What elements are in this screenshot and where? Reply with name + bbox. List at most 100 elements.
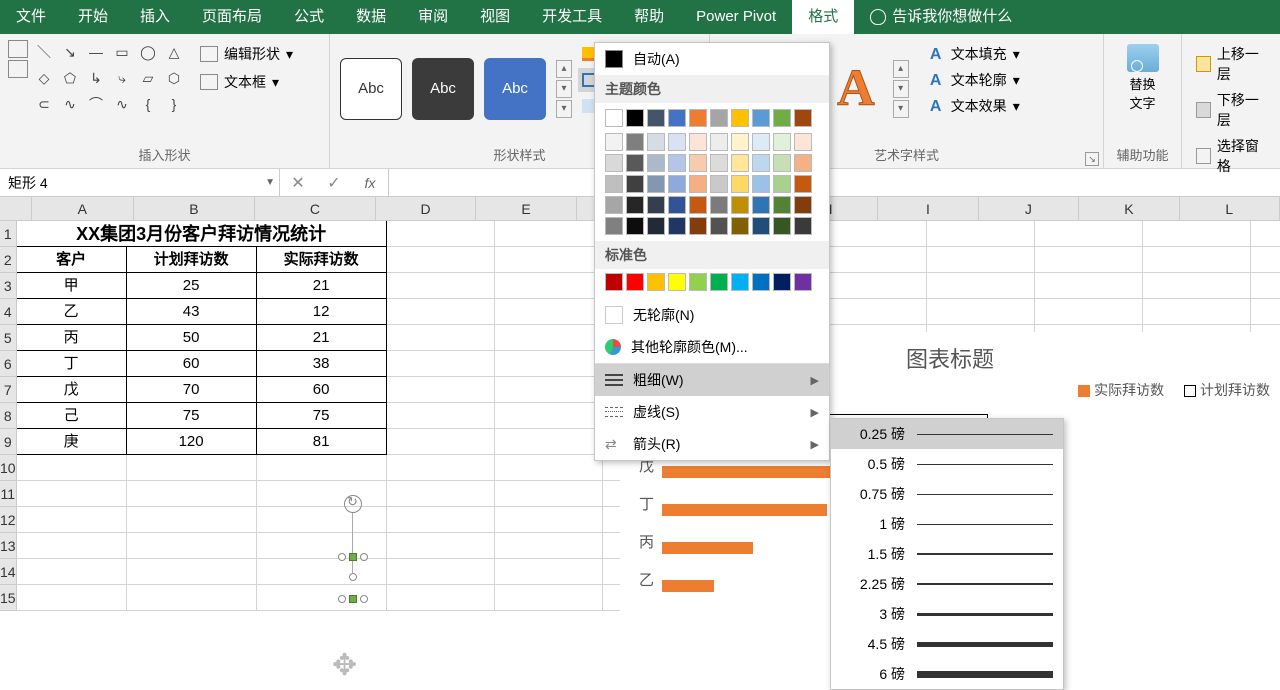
color-swatch[interactable] (605, 109, 623, 127)
color-swatch[interactable] (731, 196, 749, 214)
cell[interactable] (387, 299, 495, 325)
cell[interactable]: 计划拜访数 (127, 247, 257, 273)
color-swatch[interactable] (626, 154, 644, 172)
chevron-down-icon[interactable]: ▼ (265, 177, 275, 188)
color-swatch[interactable] (605, 154, 623, 172)
cell[interactable]: 38 (257, 351, 387, 377)
tab-开始[interactable]: 开始 (62, 0, 124, 34)
cell[interactable]: 120 (127, 429, 257, 455)
cell[interactable] (495, 273, 603, 299)
weight-option[interactable]: 2.25 磅 (831, 569, 1063, 599)
color-swatch[interactable] (668, 154, 686, 172)
cell[interactable]: 己 (17, 403, 127, 429)
color-swatch[interactable] (689, 133, 707, 151)
cell[interactable] (257, 481, 387, 507)
color-swatch[interactable] (668, 109, 686, 127)
cell[interactable] (17, 559, 127, 585)
color-swatch[interactable] (773, 154, 791, 172)
color-swatch[interactable] (752, 109, 770, 127)
tab-视图[interactable]: 视图 (464, 0, 526, 34)
cell[interactable] (387, 351, 495, 377)
color-swatch[interactable] (647, 133, 665, 151)
color-swatch[interactable] (689, 196, 707, 214)
cell[interactable] (387, 507, 495, 533)
cell[interactable] (257, 507, 387, 533)
color-swatch[interactable] (731, 133, 749, 151)
cell[interactable]: 60 (127, 351, 257, 377)
color-swatch[interactable] (731, 175, 749, 193)
color-swatch[interactable] (794, 196, 812, 214)
outline-arrows-option[interactable]: ⇄箭头(R) ▶ (595, 428, 829, 460)
row-header[interactable]: 3 (0, 273, 17, 299)
tab-公式[interactable]: 公式 (278, 0, 340, 34)
text-box-button[interactable]: 文本框 ▾ (194, 70, 299, 94)
dialog-launcher-icon[interactable]: ↘ (1085, 152, 1099, 166)
cell[interactable] (1143, 221, 1251, 247)
cell[interactable] (387, 481, 495, 507)
weight-option[interactable]: 0.5 磅 (831, 449, 1063, 479)
cell[interactable] (257, 455, 387, 481)
cell[interactable] (387, 221, 495, 247)
row-headers[interactable]: 123456789101112131415 (0, 221, 17, 611)
cell[interactable]: 乙 (17, 299, 127, 325)
cell[interactable] (927, 247, 1035, 273)
cell[interactable] (257, 585, 387, 611)
color-swatch[interactable] (752, 196, 770, 214)
tab-文件[interactable]: 文件 (0, 0, 62, 34)
cell[interactable]: 81 (257, 429, 387, 455)
cell[interactable] (17, 455, 127, 481)
cell[interactable]: 60 (257, 377, 387, 403)
col-header[interactable]: E (476, 197, 576, 220)
row-header[interactable]: 14 (0, 559, 17, 585)
cell[interactable] (257, 533, 387, 559)
row-header[interactable]: 12 (0, 507, 17, 533)
more-outline-colors-option[interactable]: 其他轮廓颜色(M)... (595, 331, 829, 363)
tab-页面布局[interactable]: 页面布局 (186, 0, 278, 34)
cell[interactable]: 21 (257, 273, 387, 299)
edit-shape-button[interactable]: 编辑形状 ▾ (194, 42, 299, 66)
cell[interactable] (495, 559, 603, 585)
color-swatch[interactable] (647, 196, 665, 214)
color-swatch[interactable] (773, 217, 791, 235)
tab-审阅[interactable]: 审阅 (402, 0, 464, 34)
color-swatch[interactable] (626, 196, 644, 214)
tell-me-button[interactable]: 告诉我你想做什么 (854, 0, 1028, 34)
textbox-icon[interactable] (8, 40, 28, 58)
cell[interactable] (495, 351, 603, 377)
color-swatch[interactable] (626, 217, 644, 235)
tab-格式[interactable]: 格式 (792, 0, 854, 34)
color-swatch[interactable] (647, 217, 665, 235)
cell[interactable] (387, 273, 495, 299)
cell[interactable] (387, 455, 495, 481)
cell[interactable] (387, 429, 495, 455)
cell[interactable] (927, 273, 1035, 299)
color-swatch[interactable] (794, 175, 812, 193)
cell[interactable] (387, 403, 495, 429)
cell[interactable]: XX集团3月份客户拜访情况统计 (17, 221, 387, 247)
row-header[interactable]: 8 (0, 403, 17, 429)
color-swatch[interactable] (773, 109, 791, 127)
cell[interactable]: 75 (257, 403, 387, 429)
cell[interactable] (127, 481, 257, 507)
send-backward-button[interactable]: 下移一层 (1192, 88, 1270, 132)
color-swatch[interactable] (689, 175, 707, 193)
weight-option[interactable]: 0.25 磅 (831, 419, 1063, 449)
color-swatch[interactable] (626, 273, 644, 291)
cell[interactable] (495, 455, 603, 481)
cell[interactable] (1035, 221, 1143, 247)
color-swatch[interactable] (626, 133, 644, 151)
color-swatch[interactable] (647, 175, 665, 193)
cell[interactable] (819, 247, 927, 273)
cell[interactable] (495, 377, 603, 403)
cell[interactable] (127, 585, 257, 611)
row-header[interactable]: 10 (0, 455, 17, 481)
cell[interactable] (1035, 299, 1143, 325)
wordart-preset-3[interactable]: A (837, 59, 875, 118)
tab-插入[interactable]: 插入 (124, 0, 186, 34)
cell[interactable] (17, 481, 127, 507)
cell[interactable]: 50 (127, 325, 257, 351)
color-swatch[interactable] (773, 196, 791, 214)
bring-forward-button[interactable]: 上移一层 (1192, 42, 1270, 86)
cell[interactable] (1251, 247, 1280, 273)
color-swatch[interactable] (752, 133, 770, 151)
